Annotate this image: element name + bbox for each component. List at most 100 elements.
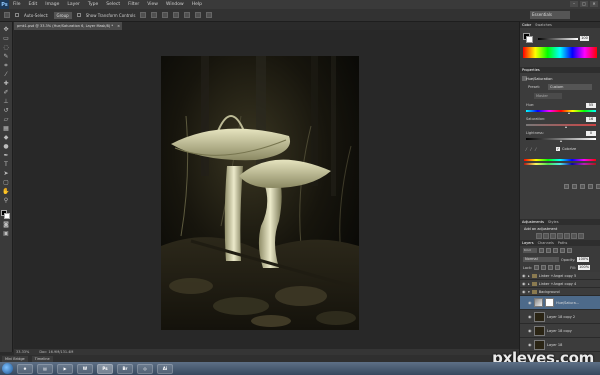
brush-tool-icon[interactable]: ✐ bbox=[2, 89, 10, 97]
smart-object-filter-icon[interactable] bbox=[567, 248, 572, 253]
vibrance-icon[interactable] bbox=[564, 233, 570, 239]
taskbar-ie-icon[interactable]: e bbox=[17, 363, 33, 374]
tab-swatches[interactable]: Swatches bbox=[535, 22, 552, 28]
layer-mask-thumbnail[interactable] bbox=[545, 298, 554, 307]
lock-all-icon[interactable] bbox=[555, 265, 561, 270]
curves-icon[interactable] bbox=[550, 233, 556, 239]
hand-tool-icon[interactable]: ✋ bbox=[2, 188, 10, 196]
minimize-button[interactable]: – bbox=[570, 1, 578, 7]
levels-icon[interactable] bbox=[543, 233, 549, 239]
visibility-eye-icon[interactable]: ◉ bbox=[528, 342, 532, 347]
expand-arrow-icon[interactable]: ▾ bbox=[528, 290, 530, 294]
type-tool-icon[interactable]: T bbox=[2, 161, 10, 169]
eyedropper-minus-icon[interactable]: ⁄ bbox=[535, 147, 536, 152]
move-tool-icon[interactable]: ✥ bbox=[2, 26, 10, 34]
lock-transparency-icon[interactable] bbox=[534, 265, 540, 270]
visibility-icon[interactable] bbox=[588, 184, 593, 189]
lightness-slider-handle[interactable] bbox=[560, 140, 562, 142]
shape-filter-icon[interactable] bbox=[560, 248, 565, 253]
start-button[interactable] bbox=[2, 363, 13, 374]
layer-row[interactable]: ◉ ▾ Background bbox=[520, 288, 600, 296]
dodge-tool-icon[interactable]: ● bbox=[2, 143, 10, 151]
taskbar-chrome-icon[interactable]: ◎ bbox=[137, 363, 153, 374]
tab-mini-bridge[interactable]: Mini Bridge bbox=[2, 355, 28, 362]
visibility-eye-icon[interactable]: ◉ bbox=[522, 289, 526, 294]
tab-properties[interactable]: Properties bbox=[522, 67, 540, 73]
document-tab[interactable]: pmk1.psd @ 33.3% (Hue/Saturation 6, Laye… bbox=[14, 22, 122, 30]
background-color[interactable] bbox=[4, 213, 10, 219]
menu-type[interactable]: Type bbox=[84, 2, 102, 7]
crop-tool-icon[interactable]: ⌗ bbox=[2, 62, 10, 70]
close-button[interactable]: ✕ bbox=[590, 1, 598, 7]
layer-row[interactable]: ◉ Layer 18 copy 2 bbox=[520, 310, 600, 324]
exposure-icon[interactable] bbox=[557, 233, 563, 239]
move-tool-icon[interactable] bbox=[4, 12, 10, 18]
background-color[interactable] bbox=[526, 36, 533, 43]
adjustment-filter-icon[interactable] bbox=[546, 248, 551, 253]
taskbar-bridge-icon[interactable]: Br bbox=[117, 363, 133, 374]
menu-file[interactable]: File bbox=[9, 2, 25, 7]
menu-select[interactable]: Select bbox=[102, 2, 124, 7]
color-balance-icon[interactable] bbox=[578, 233, 584, 239]
menu-image[interactable]: Image bbox=[41, 2, 63, 7]
blur-tool-icon[interactable]: ◆ bbox=[2, 134, 10, 142]
k-value-field[interactable]: 100 bbox=[580, 36, 589, 41]
eyedropper-icon[interactable]: ⁄ bbox=[526, 147, 527, 152]
tab-paths[interactable]: Paths bbox=[558, 240, 568, 246]
workspace-switcher[interactable]: Essentials bbox=[530, 11, 570, 19]
taskbar-photoshop-icon[interactable]: Ps bbox=[97, 363, 113, 374]
gradient-tool-icon[interactable]: ▦ bbox=[2, 125, 10, 133]
reset-icon[interactable] bbox=[580, 184, 585, 189]
menu-edit[interactable]: Edit bbox=[25, 2, 42, 7]
healing-brush-tool-icon[interactable]: ✚ bbox=[2, 80, 10, 88]
hue-saturation-adjust-icon[interactable] bbox=[571, 233, 577, 239]
layer-row[interactable]: ◉ Layer 18 copy bbox=[520, 324, 600, 338]
pixel-filter-icon[interactable] bbox=[539, 248, 544, 253]
maximize-button[interactable]: □ bbox=[580, 1, 588, 7]
auto-select-dropdown[interactable]: Group bbox=[53, 11, 72, 19]
close-tab-icon[interactable]: × bbox=[117, 22, 120, 30]
tab-color[interactable]: Color bbox=[522, 22, 531, 28]
quick-mask-icon[interactable]: ◙ bbox=[2, 221, 10, 229]
tab-channels[interactable]: Channels bbox=[538, 240, 554, 246]
align-bottom-icon[interactable] bbox=[162, 12, 169, 18]
document-canvas-image[interactable] bbox=[161, 56, 359, 330]
show-transform-checkbox[interactable] bbox=[76, 13, 81, 17]
lock-position-icon[interactable] bbox=[548, 265, 554, 270]
taskbar-illustrator-icon[interactable]: Ai bbox=[157, 363, 173, 374]
eyedropper-tool-icon[interactable]: ⁄ bbox=[2, 71, 10, 79]
layer-row[interactable]: ◉ ▸ Linker +Angel copy 4 bbox=[520, 280, 600, 288]
expand-arrow-icon[interactable]: ▸ bbox=[528, 274, 530, 278]
align-right-icon[interactable] bbox=[195, 12, 202, 18]
menu-layer[interactable]: Layer bbox=[63, 2, 84, 7]
layer-kind-filter[interactable]: Kind bbox=[523, 248, 537, 253]
menu-help[interactable]: Help bbox=[188, 2, 206, 7]
lock-pixels-icon[interactable] bbox=[541, 265, 547, 270]
menu-window[interactable]: Window bbox=[162, 2, 188, 7]
adjustment-layer-thumbnail[interactable] bbox=[534, 298, 543, 307]
brightness-contrast-icon[interactable] bbox=[536, 233, 542, 239]
align-top-icon[interactable] bbox=[140, 12, 147, 18]
screen-mode-icon[interactable]: ▣ bbox=[2, 230, 10, 238]
channel-dropdown[interactable]: Master bbox=[534, 93, 562, 99]
tab-layers[interactable]: Layers bbox=[522, 240, 534, 246]
saturation-slider-handle[interactable] bbox=[565, 126, 567, 128]
zoom-tool-icon[interactable]: ⚲ bbox=[2, 197, 10, 205]
view-previous-icon[interactable] bbox=[572, 184, 577, 189]
align-center-icon[interactable] bbox=[184, 12, 191, 18]
visibility-eye-icon[interactable]: ◉ bbox=[528, 300, 532, 305]
hue-slider-handle[interactable] bbox=[568, 112, 570, 114]
menu-view[interactable]: View bbox=[143, 2, 162, 7]
tab-styles[interactable]: Styles bbox=[548, 219, 559, 225]
eraser-tool-icon[interactable]: ▱ bbox=[2, 116, 10, 124]
type-filter-icon[interactable] bbox=[553, 248, 558, 253]
layer-thumbnail[interactable] bbox=[534, 339, 545, 350]
tab-adjustments[interactable]: Adjustments bbox=[522, 219, 544, 225]
tab-timeline[interactable]: Timeline bbox=[31, 355, 53, 362]
k-slider[interactable] bbox=[538, 37, 578, 40]
clip-to-layer-icon[interactable] bbox=[564, 184, 569, 189]
history-brush-tool-icon[interactable]: ↺ bbox=[2, 107, 10, 115]
taskbar-word-icon[interactable]: W bbox=[77, 363, 93, 374]
visibility-eye-icon[interactable]: ◉ bbox=[522, 281, 526, 286]
marquee-tool-icon[interactable]: ▭ bbox=[2, 35, 10, 43]
